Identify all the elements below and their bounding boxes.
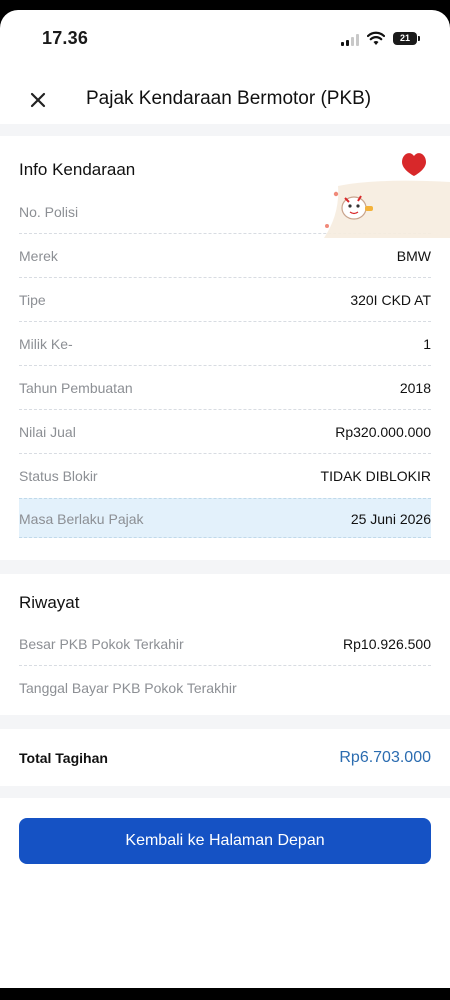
row-label: Tahun Pembuatan xyxy=(19,380,133,396)
close-icon[interactable] xyxy=(24,86,52,114)
row-label: Merek xyxy=(19,248,58,264)
history-row-tanggal-bayar: Tanggal Bayar PKB Pokok Terakhir xyxy=(19,666,431,710)
row-value: Rp320.000.000 xyxy=(335,424,431,440)
back-to-home-button[interactable]: Kembali ke Halaman Depan xyxy=(19,818,431,864)
row-value: 1 xyxy=(423,336,431,352)
home-indicator-area xyxy=(0,988,450,1000)
info-row-status-blokir: Status Blokir TIDAK DIBLOKIR xyxy=(19,454,431,498)
total-value: Rp6.703.000 xyxy=(339,749,431,766)
section-divider xyxy=(0,124,450,136)
cellular-signal-icon xyxy=(341,34,361,46)
status-time: 17.36 xyxy=(42,28,89,48)
app-screen: 17.36 21 Pajak Kendaraan Bermotor (PKB) … xyxy=(0,10,450,988)
section-divider xyxy=(0,560,450,574)
info-row-milik-ke: Milik Ke- 1 xyxy=(19,322,431,366)
status-bar: 17.36 21 xyxy=(0,10,450,62)
info-row-nilai-jual: Nilai Jual Rp320.000.000 xyxy=(19,410,431,454)
page-title: Pajak Kendaraan Bermotor (PKB) xyxy=(86,88,372,109)
battery-cap xyxy=(418,36,420,41)
info-row-tahun-pembuatan: Tahun Pembuatan 2018 xyxy=(19,366,431,410)
section-divider xyxy=(0,786,450,798)
row-label: Tipe xyxy=(19,292,46,308)
page-header: Pajak Kendaraan Bermotor (PKB) xyxy=(0,78,450,122)
row-value: BMW xyxy=(396,248,431,264)
row-value: 320I CKD AT xyxy=(350,292,431,308)
row-label: Status Blokir xyxy=(19,468,98,484)
history-row-besar-pkb: Besar PKB Pokok Terkahir Rp10.926.500 xyxy=(19,622,431,666)
info-row-masa-berlaku-pajak: Masa Berlaku Pajak 25 Juni 2026 xyxy=(19,498,431,538)
info-row-merek: Merek BMW xyxy=(19,234,431,278)
row-value: 25 Juni 2026 xyxy=(350,511,431,527)
total-label: Total Tagihan xyxy=(19,750,108,766)
history-section-title: Riwayat xyxy=(19,593,80,612)
battery-icon: 21 xyxy=(393,32,417,45)
row-label: Masa Berlaku Pajak xyxy=(19,511,144,527)
row-label: Nilai Jual xyxy=(19,424,76,440)
row-label: Milik Ke- xyxy=(19,336,73,352)
section-divider xyxy=(0,715,450,729)
row-value: TIDAK DIBLOKIR xyxy=(320,468,431,484)
row-label: Tanggal Bayar PKB Pokok Terakhir xyxy=(19,680,237,696)
row-value: Rp10.926.500 xyxy=(343,636,431,652)
row-label: No. Polisi xyxy=(19,204,79,220)
heart-sticker-icon xyxy=(324,153,450,238)
info-row-tipe: Tipe 320I CKD AT xyxy=(19,278,431,322)
wifi-icon xyxy=(367,31,385,45)
info-section-title: Info Kendaraan xyxy=(19,160,136,179)
row-label: Besar PKB Pokok Terkahir xyxy=(19,636,184,652)
row-value: 2018 xyxy=(399,380,431,396)
